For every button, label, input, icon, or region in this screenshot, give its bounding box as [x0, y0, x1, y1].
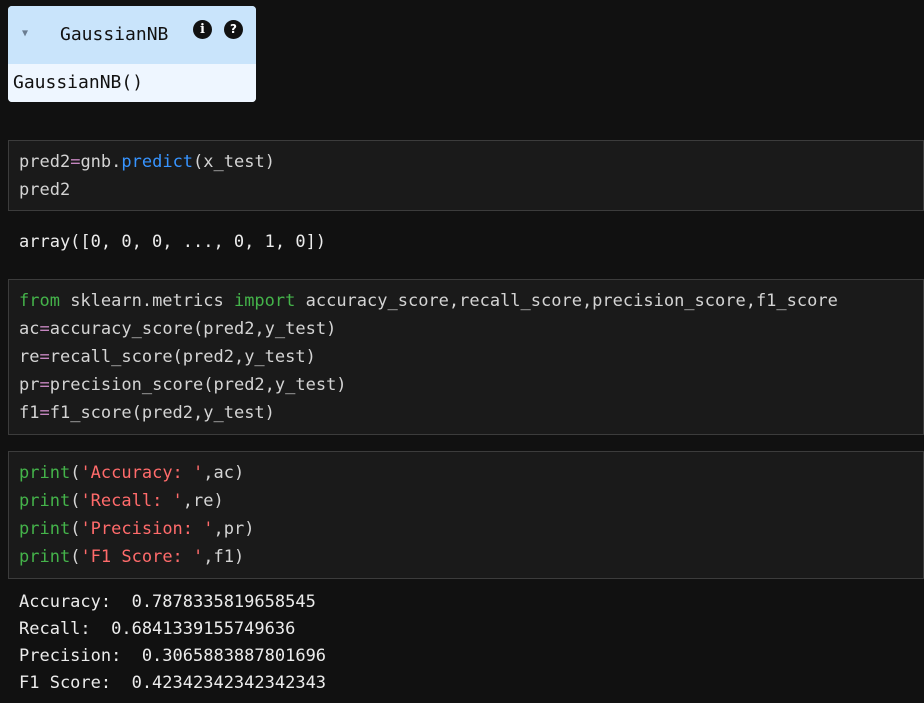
output-recall: Recall: 0.6841339155749636 — [19, 619, 296, 639]
code-token-operator: = — [39, 375, 50, 395]
code-token-builtin: print — [19, 519, 71, 539]
estimator-header[interactable]: ▼ GaussianNB i ? — [8, 6, 256, 64]
info-icon[interactable]: i — [193, 20, 212, 39]
code-token: pr — [19, 375, 40, 395]
code-token: gnb. — [80, 152, 122, 172]
code-token-operator: = — [39, 347, 50, 367]
code-token-string: 'F1 Score: ' — [80, 547, 204, 567]
code-token: accuracy_score,recall_score,precision_sc… — [295, 291, 838, 311]
code-line: from sklearn.metrics import accuracy_sco… — [19, 287, 838, 315]
code-token-keyword: from — [19, 291, 60, 311]
code-token: ac — [19, 319, 40, 339]
code-line: re=recall_score(pred2,y_test) — [19, 343, 316, 371]
help-icon[interactable]: ? — [224, 20, 243, 39]
code-token: ( — [70, 491, 81, 511]
code-token: f1_score(pred2,y_test) — [49, 403, 275, 423]
caret-down-icon[interactable]: ▼ — [22, 28, 28, 39]
code-token: ,pr) — [213, 519, 255, 539]
code-token-operator: = — [39, 319, 50, 339]
cell-output: array([0, 0, 0, ..., 0, 1, 0]) — [19, 232, 327, 252]
code-line: print('F1 Score: ',f1) — [19, 543, 244, 571]
output-f1-score: F1 Score: 0.42342342342342343 — [19, 673, 327, 693]
estimator-name: GaussianNB — [60, 24, 169, 45]
code-line: pr=precision_score(pred2,y_test) — [19, 371, 347, 399]
code-line: print('Accuracy: ',ac) — [19, 459, 244, 487]
code-token-string: 'Accuracy: ' — [80, 463, 204, 483]
estimator-body: GaussianNB() — [8, 66, 256, 102]
output-accuracy: Accuracy: 0.7878335819658545 — [19, 592, 316, 612]
code-line: print('Precision: ',pr) — [19, 515, 254, 543]
code-token: sklearn.metrics — [59, 291, 234, 311]
code-token-operator: = — [39, 403, 50, 423]
code-token: ,ac) — [203, 463, 245, 483]
estimator-repr: GaussianNB() — [13, 72, 144, 93]
code-line: f1=f1_score(pred2,y_test) — [19, 399, 275, 427]
code-token: accuracy_score(pred2,y_test) — [49, 319, 337, 339]
code-cell-metrics[interactable]: from sklearn.metrics import accuracy_sco… — [8, 279, 924, 435]
code-token-string: 'Precision: ' — [80, 519, 214, 539]
estimator-widget[interactable]: ▼ GaussianNB i ? GaussianNB() — [8, 6, 256, 102]
code-token: ( — [70, 547, 81, 567]
code-token-builtin: print — [19, 547, 71, 567]
code-token: recall_score(pred2,y_test) — [49, 347, 316, 367]
code-line: ac=accuracy_score(pred2,y_test) — [19, 315, 336, 343]
code-line: pred2=gnb.predict(x_test) — [19, 148, 275, 176]
code-cell-predict[interactable]: pred2=gnb.predict(x_test) pred2 — [8, 140, 924, 211]
code-token: f1 — [19, 403, 40, 423]
code-token: re — [19, 347, 40, 367]
code-token: ,f1) — [203, 547, 245, 567]
code-cell-print[interactable]: print('Accuracy: ',ac) print('Recall: ',… — [8, 451, 924, 579]
code-token-builtin: print — [19, 491, 71, 511]
code-token-string: 'Recall: ' — [80, 491, 183, 511]
code-token-operator: = — [70, 152, 81, 172]
code-token-function: predict — [121, 152, 194, 172]
code-line: pred2 — [19, 180, 71, 200]
code-token: (x_test) — [193, 152, 275, 172]
code-token-keyword: import — [233, 291, 296, 311]
code-token: ( — [70, 519, 81, 539]
code-token: ( — [70, 463, 81, 483]
code-token: precision_score(pred2,y_test) — [49, 375, 347, 395]
output-precision: Precision: 0.3065883887801696 — [19, 646, 327, 666]
code-token: pred2 — [19, 152, 71, 172]
code-line: print('Recall: ',re) — [19, 487, 224, 515]
code-token-builtin: print — [19, 463, 71, 483]
code-token: ,re) — [182, 491, 224, 511]
